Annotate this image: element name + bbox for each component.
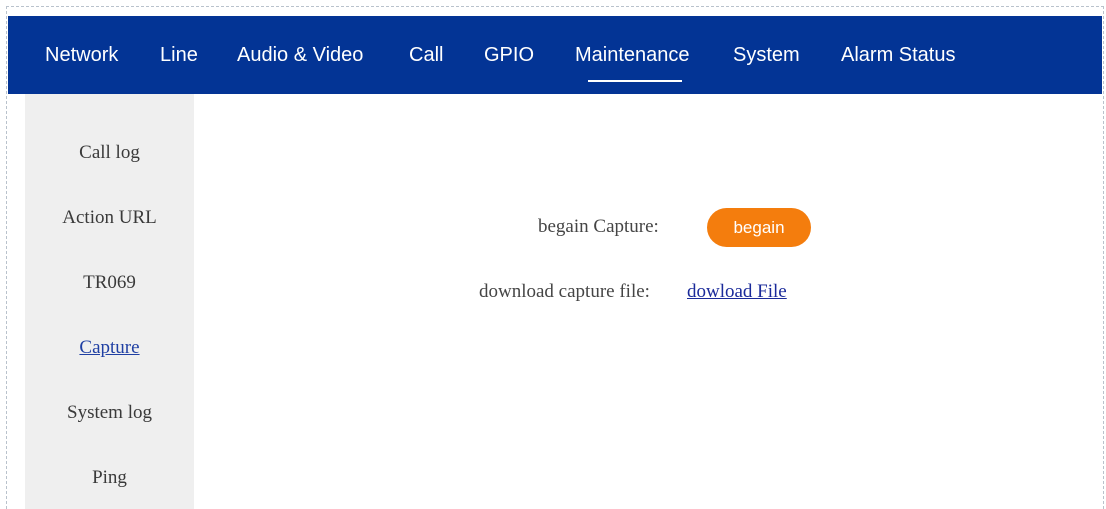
sidebar-item-capture[interactable]: Capture <box>25 337 194 359</box>
begin-capture-label: begain Capture: <box>538 216 659 237</box>
sidebar-item-action-url[interactable]: Action URL <box>25 207 194 229</box>
begin-capture-button[interactable]: begain <box>707 208 811 247</box>
sidebar: Call log Action URL TR069 Capture System… <box>25 94 194 509</box>
nav-tab-audio-video[interactable]: Audio & Video <box>237 16 363 94</box>
nav-tab-gpio[interactable]: GPIO <box>484 16 534 94</box>
sidebar-item-tr069[interactable]: TR069 <box>25 272 194 294</box>
nav-tab-alarm-status[interactable]: Alarm Status <box>841 16 955 94</box>
nav-tab-call[interactable]: Call <box>409 16 443 94</box>
top-navigation-bar: Network Line Audio & Video Call GPIO Mai… <box>8 16 1102 94</box>
download-capture-label: download capture file: <box>479 281 650 302</box>
nav-tab-maintenance[interactable]: Maintenance <box>575 16 690 94</box>
sidebar-item-call-log[interactable]: Call log <box>25 142 194 164</box>
download-file-link[interactable]: dowload File <box>687 281 787 303</box>
nav-tab-line[interactable]: Line <box>160 16 198 94</box>
sidebar-item-system-log[interactable]: System log <box>25 402 194 424</box>
active-tab-underline <box>588 80 682 82</box>
sidebar-item-ping[interactable]: Ping <box>25 467 194 489</box>
nav-tab-system[interactable]: System <box>733 16 800 94</box>
nav-tab-network[interactable]: Network <box>45 16 118 94</box>
